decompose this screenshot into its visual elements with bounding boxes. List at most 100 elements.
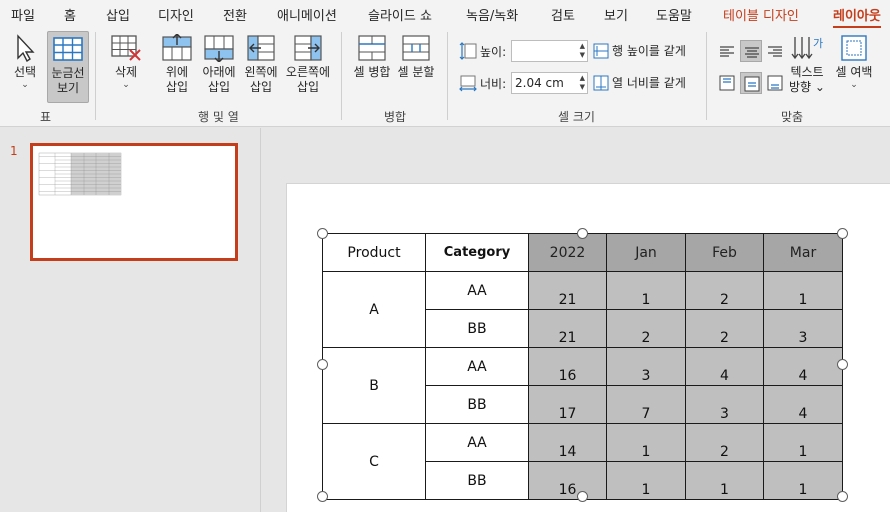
tab-design[interactable]: 디자인 [158, 5, 194, 24]
resize-handle-bottom-right[interactable] [837, 491, 848, 502]
resize-handle-bottom-left[interactable] [317, 491, 328, 502]
chevron-down-icon: ⌄ [21, 80, 29, 90]
spin-arrows-icon[interactable]: ▲ ▼ [580, 74, 585, 92]
table-cell[interactable]: 3 [606, 347, 686, 386]
tab-transitions[interactable]: 전환 [223, 5, 247, 24]
resize-handle-top-left[interactable] [317, 228, 328, 239]
align-right-button[interactable] [764, 40, 786, 62]
table-cell-product[interactable]: C [322, 423, 426, 500]
data-table[interactable]: Product Category 2022 Jan Feb Mar A AA 2… [322, 233, 843, 500]
cell-margins-label: 셀 여백 [835, 65, 873, 79]
table-cell-category[interactable]: BB [425, 309, 529, 348]
align-left-button[interactable] [716, 40, 738, 62]
table-cell[interactable]: 1 [606, 423, 686, 462]
insert-left-icon [247, 35, 275, 61]
table-cell[interactable]: 2 [685, 271, 764, 310]
header-cell-product[interactable]: Product [322, 233, 426, 272]
thumbnail-table-preview [38, 152, 122, 196]
slide-thumbnail[interactable] [30, 143, 238, 261]
text-direction-icon: 가 [791, 37, 823, 60]
tab-record[interactable]: 녹음/녹화 [466, 5, 518, 24]
split-cells-button[interactable]: 셀 분할 [396, 34, 436, 100]
table-cell[interactable]: 21 [528, 271, 607, 310]
text-direction-label-1: 텍스트 [790, 65, 824, 79]
align-middle-button[interactable] [740, 72, 762, 94]
table-cell[interactable]: 2 [685, 423, 764, 462]
tab-help[interactable]: 도움말 [656, 5, 692, 24]
resize-handle-top-right[interactable] [837, 228, 848, 239]
distribute-cols-button[interactable]: 열 너비를 같게 [593, 74, 686, 91]
align-center-button[interactable] [740, 40, 762, 62]
table-cell[interactable]: 1 [606, 461, 686, 500]
table-cell-category[interactable]: AA [425, 423, 529, 462]
merge-cells-button[interactable]: 셀 병합 [352, 34, 392, 100]
merge-cells-label: 셀 병합 [353, 65, 391, 79]
table-cell[interactable]: 4 [763, 385, 843, 424]
tab-table-design[interactable]: 테이블 디자인 [723, 5, 799, 24]
table-cell-category[interactable]: BB [425, 385, 529, 424]
table-cell[interactable]: 1 [606, 271, 686, 310]
header-cell-category[interactable]: Category [425, 233, 529, 272]
table-cell[interactable]: 14 [528, 423, 607, 462]
table-cell-category[interactable]: AA [425, 271, 529, 310]
tab-layout[interactable]: 레이아웃 [833, 5, 881, 29]
table-cell[interactable]: 4 [763, 347, 843, 386]
resize-handle-right[interactable] [837, 359, 848, 370]
resize-handle-left[interactable] [317, 359, 328, 370]
tab-animations[interactable]: 애니메이션 [277, 5, 337, 24]
align-top-button[interactable] [716, 72, 738, 94]
text-direction-button[interactable]: 가 텍스트 방향 ⌄ [786, 34, 828, 104]
cell-margins-button[interactable]: 셀 여백 ⌄ [832, 34, 876, 104]
table-cell[interactable]: 1 [763, 423, 843, 462]
header-cell-mar[interactable]: Mar [763, 233, 843, 272]
table-cell-category[interactable]: AA [425, 347, 529, 386]
spin-arrows-icon[interactable]: ▲ ▼ [580, 42, 585, 60]
table-cell[interactable]: 1 [763, 461, 843, 500]
table-cell[interactable]: 7 [606, 385, 686, 424]
insert-right-button[interactable]: 오른쪽에 삽입 [283, 34, 333, 100]
header-cell-jan[interactable]: Jan [606, 233, 686, 272]
width-input[interactable]: 2.04 cm ▲ ▼ [511, 72, 588, 94]
align-right-icon [768, 46, 782, 57]
table-cell[interactable]: 1 [763, 271, 843, 310]
header-cell-2022[interactable]: 2022 [528, 233, 607, 272]
insert-above-button[interactable]: 위에 삽입 [160, 34, 194, 100]
resize-handle-top[interactable] [577, 228, 588, 239]
distribute-rows-button[interactable]: 행 높이를 같게 [593, 42, 686, 59]
table-cell-product[interactable]: A [322, 271, 426, 348]
tab-insert[interactable]: 삽입 [106, 5, 130, 24]
delete-button[interactable]: 삭제 ⌄ [106, 34, 146, 100]
insert-above-icon [162, 34, 192, 61]
table-cell[interactable]: 2 [685, 309, 764, 348]
resize-handle-bottom[interactable] [577, 491, 588, 502]
table-cell[interactable]: 4 [685, 347, 764, 386]
select-button[interactable]: 선택 ⌄ [8, 34, 42, 100]
table-cell-product[interactable]: B [322, 347, 426, 424]
align-bottom-button[interactable] [764, 72, 786, 94]
insert-left-button[interactable]: 왼쪽에 삽입 [241, 34, 281, 100]
table-cell[interactable]: 17 [528, 385, 607, 424]
select-label: 선택 [13, 65, 37, 79]
insert-left-label-1: 왼쪽에 [244, 65, 278, 79]
tab-view[interactable]: 보기 [604, 5, 628, 24]
table-cell[interactable]: 16 [528, 347, 607, 386]
tab-file[interactable]: 파일 [11, 5, 35, 24]
table-cell[interactable]: 21 [528, 309, 607, 348]
table-cell[interactable]: 16 [528, 461, 607, 500]
table-cell[interactable]: 1 [685, 461, 764, 500]
vertical-align-buttons [716, 72, 786, 94]
width-label: 너비: [459, 74, 506, 92]
group-separator [341, 32, 342, 120]
insert-below-button[interactable]: 아래에 삽입 [200, 34, 238, 100]
tab-slideshow[interactable]: 슬라이드 쇼 [368, 5, 432, 24]
table-cell[interactable]: 2 [606, 309, 686, 348]
table-cell[interactable]: 3 [763, 309, 843, 348]
view-gridlines-button[interactable]: 눈금선 보기 [47, 31, 89, 103]
tab-home[interactable]: 홈 [64, 5, 76, 24]
height-input[interactable]: ▲ ▼ [511, 40, 588, 62]
header-cell-feb[interactable]: Feb [685, 233, 764, 272]
table-cell-category[interactable]: BB [425, 461, 529, 500]
table-cell[interactable]: 3 [685, 385, 764, 424]
align-top-icon [719, 75, 735, 91]
tab-review[interactable]: 검토 [551, 5, 575, 24]
